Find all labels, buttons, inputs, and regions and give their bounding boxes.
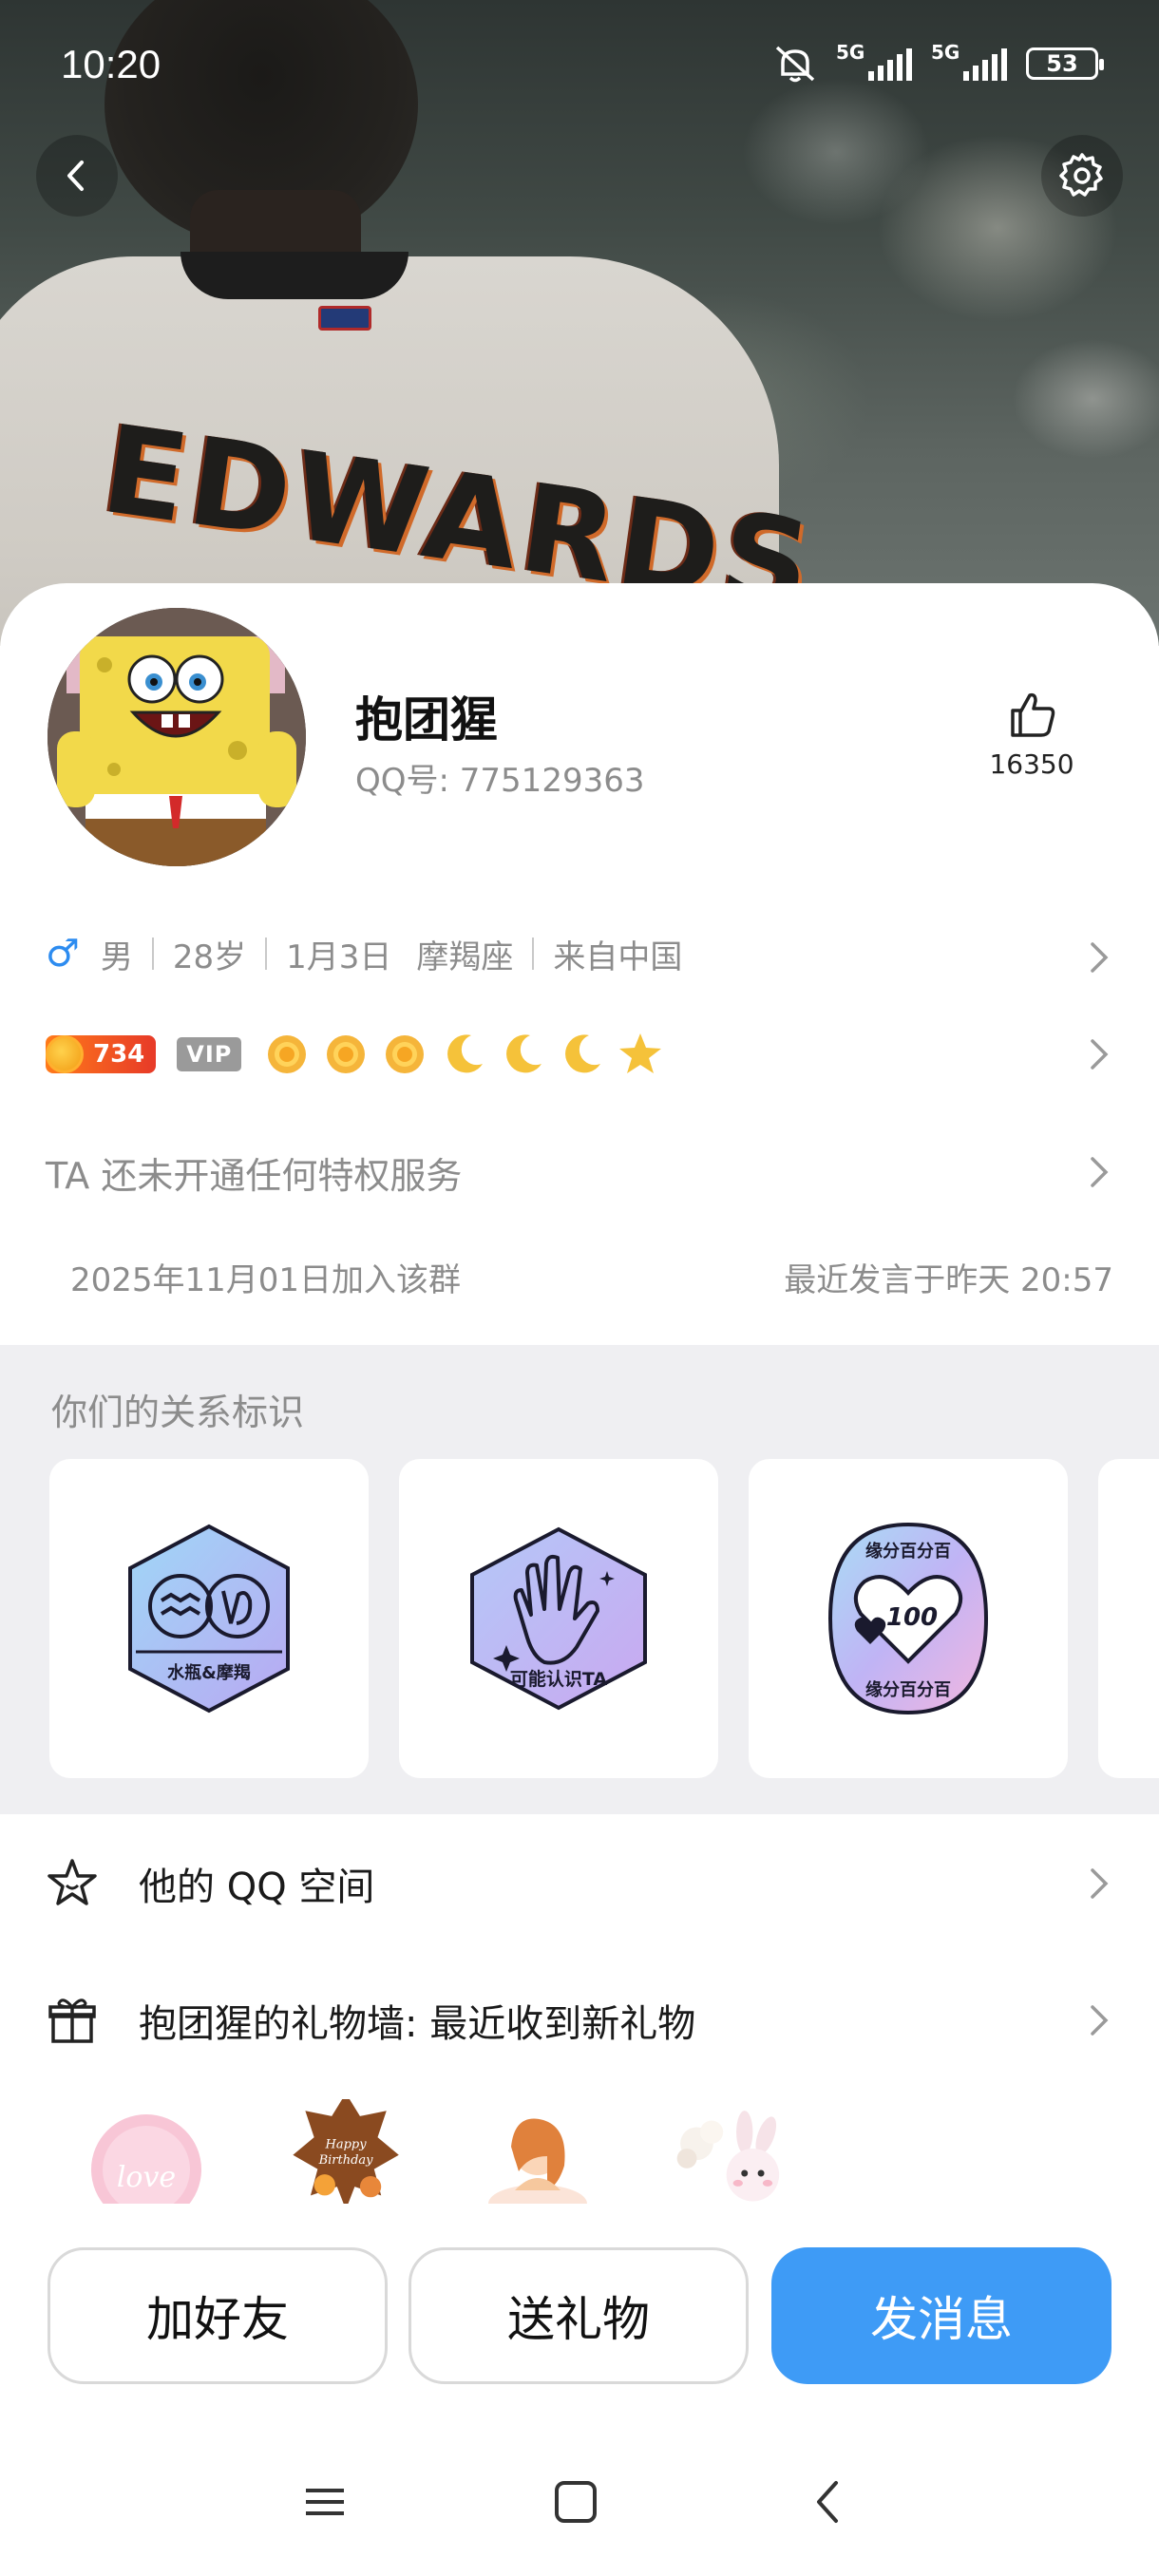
system-nav-bar [0,2460,1159,2555]
sun-icon [386,1035,425,1073]
svg-text:水瓶&摩羯: 水瓶&摩羯 [167,1662,251,1683]
star-icon [619,1033,662,1073]
settings-button[interactable] [1041,135,1123,217]
divider [265,938,268,970]
level-row[interactable]: 734 VIP [46,1026,1113,1083]
svg-text:100: 100 [886,1603,938,1632]
last-spoke: 最近发言于昨天 20:57 [784,1260,1113,1299]
menu-icon[interactable] [302,2479,348,2529]
moon-icon [506,1034,542,1073]
gift-item[interactable]: love [86,2099,209,2204]
moon-icon [447,1034,484,1073]
svg-text:love: love [117,2161,176,2194]
home-square-icon[interactable] [553,2479,598,2529]
chevron-right-icon [1091,1868,1109,1899]
relationship-badge[interactable]: 缘分百分百 100 缘分百分百 [749,1459,1068,1778]
qzone-label: 他的 QQ 空间 [139,1866,375,1909]
gift-item[interactable]: Happy Birthday [285,2099,408,2204]
svg-text:可能认识TA: 可能认识TA [510,1668,607,1690]
send-message-button[interactable]: 发消息 [771,2247,1112,2384]
gender: 男 [100,938,133,976]
gift-wall-label: 抱团猩的礼物墙: 最近收到新礼物 [139,2002,696,2046]
location: 来自中国 [553,938,683,976]
age: 28岁 [172,938,247,976]
like-button[interactable]: 16350 [975,688,1089,780]
chevron-right-icon [1091,1039,1109,1070]
chevron-right-icon [1091,942,1109,973]
chevron-right-icon [1091,2005,1109,2036]
svg-text:缘分百分百: 缘分百分百 [865,1680,951,1700]
signal-icon: 5G [836,41,912,81]
back-arrow-icon[interactable] [808,2479,849,2529]
vip-badge: VIP [177,1037,242,1071]
join-date: 2025年11月01日加入该群 [70,1260,462,1299]
zodiac: 摩羯座 [416,938,514,976]
profile-card: 抱团猩 QQ号: 775129363 16350 ♂ 男 28岁 1月3日 摩羯… [0,583,1159,1343]
svg-text:Happy: Happy [325,2137,368,2151]
nickname: 抱团猩 [355,692,498,748]
relationship-badge[interactable]: 可能认识TA [399,1459,718,1778]
gift-icon [48,1998,96,2043]
male-icon: ♂ [46,932,80,975]
gift-list: love Happy Birthday [86,2099,940,2204]
avatar[interactable] [48,608,306,866]
relationship-title: 你们的关系标识 [51,1392,305,1433]
sun-icon [327,1035,366,1073]
birthday: 1月3日 [286,938,392,976]
level-icons [262,1030,665,1079]
status-time: 10:20 [61,42,162,86]
privilege-text: TA 还未开通任何特权服务 [46,1154,463,1197]
divider [151,938,154,970]
basic-info-row[interactable]: ♂ 男 28岁 1月3日 摩羯座 来自中国 [46,925,1113,982]
add-friend-button[interactable]: 加好友 [48,2247,388,2384]
relationship-badge[interactable]: 水瓶&摩羯 [49,1459,369,1778]
like-count: 16350 [989,748,1074,780]
chevron-left-icon [67,161,84,191]
privilege-row[interactable]: TA 还未开通任何特权服务 [46,1144,1113,1201]
relationship-badge[interactable] [1098,1459,1159,1778]
signal-icon: 5G [931,41,1007,81]
relationship-section: 你们的关系标识 水瓶&摩羯 可能认识TA 缘分百分百 100 缘分百分百 [0,1345,1159,1814]
qzone-row[interactable]: 他的 QQ 空间 [46,1841,1113,1926]
level-badge: 734 [46,1035,157,1073]
sun-icon [268,1035,307,1073]
heart-100-icon: 缘分百分百 100 缘分百分百 [827,1522,989,1715]
star-outline-icon [48,1859,97,1905]
back-button[interactable] [36,135,118,217]
gift-item[interactable] [669,2099,792,2204]
mute-bell-icon [775,46,815,83]
hand-wave-icon: 可能认识TA [470,1526,647,1711]
group-info-row: 2025年11月01日加入该群 最近发言于昨天 20:57 [46,1248,1113,1305]
svg-text:Birthday: Birthday [318,2153,374,2168]
status-bar: 10:20 5G 5G 53 [0,0,1159,133]
aquarius-capricorn-icon: 水瓶&摩羯 [128,1524,290,1714]
svg-text:缘分百分百: 缘分百分百 [865,1542,951,1562]
gift-wall-row[interactable]: 抱团猩的礼物墙: 最近收到新礼物 [46,1978,1113,2063]
qq-number[interactable]: QQ号: 775129363 [355,754,644,801]
relationship-badges: 水瓶&摩羯 可能认识TA 缘分百分百 100 缘分百分百 [49,1459,1159,1778]
gear-icon [1059,153,1103,197]
spongebob-avatar-image [48,608,306,866]
chevron-right-icon [1091,1157,1109,1187]
send-gift-button[interactable]: 送礼物 [408,2247,749,2384]
gift-item[interactable] [477,2099,600,2204]
moon-icon [565,1034,601,1073]
divider [532,938,535,970]
battery-icon: 53 [1026,47,1104,80]
thumbs-up-icon [1011,692,1055,737]
coin-icon [46,1035,84,1073]
